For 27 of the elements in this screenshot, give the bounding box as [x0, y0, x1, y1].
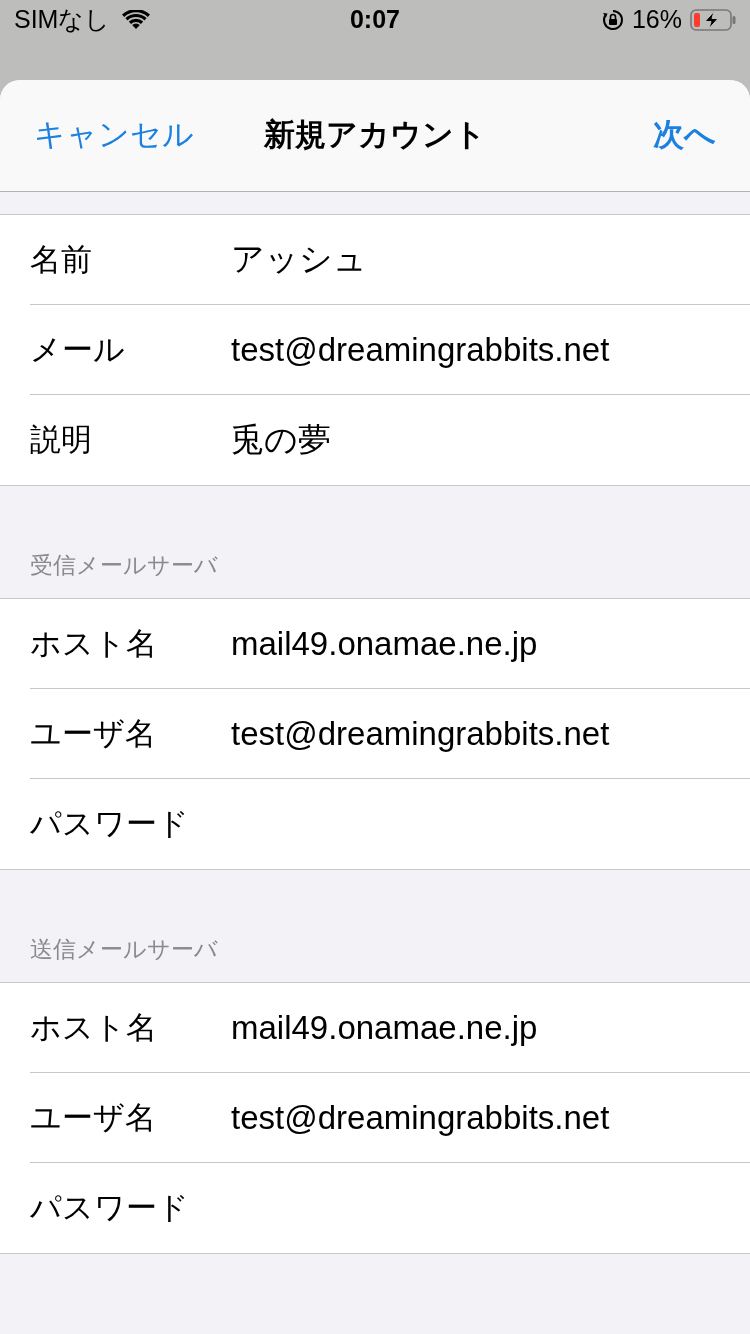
field-label: ホスト名	[30, 624, 157, 663]
field-label: ホスト名	[30, 1008, 157, 1047]
battery-charging-icon	[690, 9, 736, 31]
field-label: パスワード	[30, 1189, 189, 1227]
rotation-lock-icon	[601, 9, 624, 31]
text-field[interactable]: mail49.onamae.ne.jp	[231, 613, 750, 674]
field-label: 説明	[30, 421, 92, 459]
text-field[interactable]: test@dreamingrabbits.net	[231, 703, 750, 764]
text-field[interactable]: mail49.onamae.ne.jp	[231, 997, 750, 1058]
field-label: パスワード	[30, 805, 189, 843]
field-label: ユーザ名	[30, 714, 156, 753]
carrier-label: SIMなし	[14, 4, 111, 36]
section-header: 送信メールサーバ	[30, 934, 218, 964]
cancel-button[interactable]: キャンセル	[34, 112, 194, 159]
field-label: ユーザ名	[30, 1098, 156, 1137]
next-button[interactable]: 次へ	[653, 112, 716, 159]
clock-time: 0:07	[349, 4, 400, 36]
field-label: 名前	[30, 240, 92, 279]
text-field[interactable]: アッシュ	[231, 229, 750, 290]
section-header: 受信メールサーバ	[30, 550, 218, 580]
wifi-icon	[122, 10, 151, 30]
text-field[interactable]: test@dreamingrabbits.net	[231, 319, 750, 380]
battery-percent: 16%	[631, 4, 682, 36]
nav-title: 新規アカウント	[264, 116, 486, 155]
text-field[interactable]: 兎の夢	[231, 410, 750, 470]
text-field[interactable]: test@dreamingrabbits.net	[231, 1087, 750, 1148]
field-label: メール	[30, 330, 125, 369]
